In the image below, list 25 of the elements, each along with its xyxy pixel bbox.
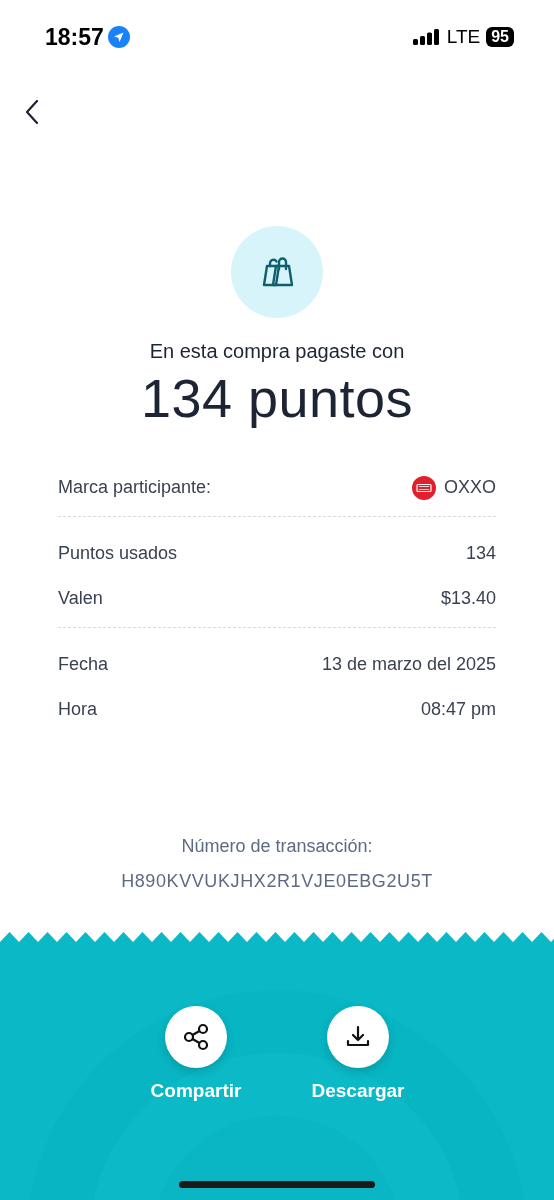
detail-value: 13 de marzo del 2025 [321, 654, 496, 675]
download-button[interactable] [327, 1006, 389, 1068]
detail-label: Puntos usados [58, 543, 178, 564]
share-button[interactable] [165, 1006, 227, 1068]
transaction-label: Número de transacción: [180, 836, 374, 857]
status-time: 18:57 [45, 23, 104, 51]
network-type: LTE [446, 26, 481, 48]
summary-intro: En esta compra pagaste con [149, 340, 405, 363]
detail-label: Valen [58, 588, 103, 609]
signal-icon [412, 29, 441, 45]
share-icon [181, 1022, 211, 1052]
detail-label: Hora [58, 699, 97, 720]
detail-value: 08:47 pm [420, 699, 496, 720]
detail-value: 134 [465, 543, 496, 564]
action-label: Compartir [150, 1080, 242, 1102]
brand-logo-icon [412, 475, 436, 500]
back-icon[interactable] [25, 99, 39, 125]
transaction-number: H890KVVUKJHX2R1VJE0EBG2U5T [120, 871, 434, 892]
detail-value: OXXO [444, 477, 496, 498]
points-total: 134 puntos [140, 367, 414, 429]
action-label: Descargar [311, 1080, 405, 1102]
detail-value: $13.40 [440, 588, 496, 609]
detail-label: Marca participante: [58, 477, 212, 498]
battery-indicator: 95 [486, 27, 514, 47]
detail-label: Fecha [58, 654, 109, 675]
